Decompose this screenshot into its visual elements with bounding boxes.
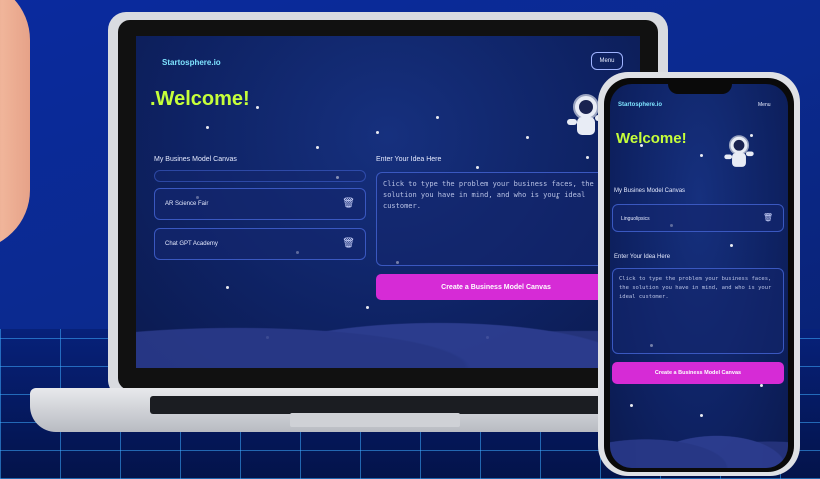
canvas-list-item[interactable]: Chat GPT Academy 🗑 [154, 228, 366, 260]
page-title: .Welcome! [150, 88, 250, 110]
canvas-list-item-label: Linguolipsics [621, 216, 650, 222]
brand-logo[interactable]: Startosphere.io [162, 58, 221, 67]
trash-icon[interactable]: 🗑 [763, 213, 773, 222]
trash-icon[interactable]: 🗑 [342, 198, 355, 209]
idea-textarea[interactable]: Click to type the problem your business … [612, 268, 784, 354]
canvas-list-item[interactable]: Linguolipsics 🗑 [612, 204, 784, 232]
laptop-trackpad [290, 413, 460, 427]
mountains-background [136, 298, 640, 368]
idea-textarea[interactable]: Click to type the problem your business … [376, 172, 616, 266]
page-title: Welcome! [616, 130, 687, 147]
menu-button[interactable]: Menu [758, 102, 771, 108]
canvas-list-item-label: AR Science Fair [165, 201, 209, 207]
canvas-list-item-label: Chat GPT Academy [165, 241, 218, 247]
mountains-background [610, 418, 788, 468]
canvas-list-item-placeholder[interactable] [154, 170, 366, 182]
astronaut-icon [722, 132, 756, 179]
laptop-keyboard [150, 396, 610, 414]
brand-logo[interactable]: Startosphere.io [618, 102, 662, 108]
create-canvas-button[interactable]: Create a Business Model Canvas [376, 274, 616, 300]
canvas-list-label: My Busines Model Canvas [614, 188, 686, 194]
phone-screen: Startosphere.io Menu Welcome! My Busines… [610, 84, 788, 468]
canvas-list-label: My Busines Model Canvas [154, 156, 237, 163]
canvas-list-item[interactable]: AR Science Fair 🗑 [154, 188, 366, 220]
phone-notch [668, 80, 732, 94]
idea-label: Enter Your Idea Here [376, 156, 442, 163]
menu-button[interactable]: Menu [591, 52, 623, 70]
laptop-screen: Startosphere.io Menu .Welcome! My Busine… [136, 36, 640, 368]
hand-image [0, 0, 30, 250]
trash-icon[interactable]: 🗑 [342, 238, 355, 249]
create-canvas-button[interactable]: Create a Business Model Canvas [612, 362, 784, 384]
idea-label: Enter Your Idea Here [614, 254, 671, 260]
